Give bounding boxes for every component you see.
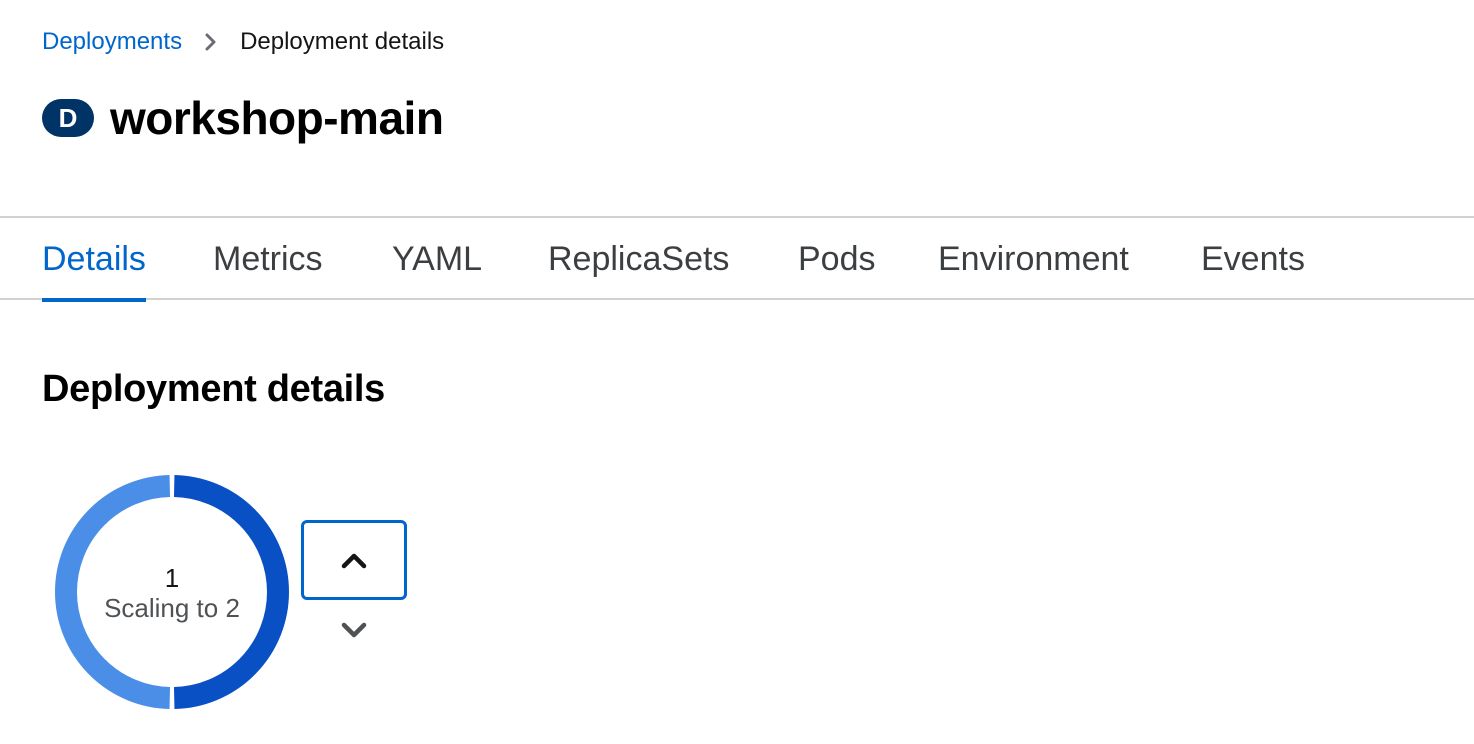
resource-badge: D [42,99,94,137]
page-header: D workshop-main [42,88,444,148]
page-title: workshop-main [110,92,444,144]
pod-scaling-status: Scaling to 2 [104,593,240,623]
chevron-right-icon [204,32,218,52]
decrease-pod-count-button[interactable] [330,612,378,648]
breadcrumb: Deployments Deployment details [42,24,444,60]
pod-count: 1 [164,563,180,593]
tab-pods[interactable]: Pods [798,218,876,300]
tab-environment[interactable]: Environment [938,218,1129,300]
tab-yaml[interactable]: YAML [392,218,482,300]
pod-ring: 1 Scaling to 2 [52,472,292,712]
chevron-up-icon [340,550,368,570]
tab-replicasets[interactable]: ReplicaSets [548,218,729,300]
chevron-down-icon [340,620,368,640]
tab-bar: Details Metrics YAML ReplicaSets Pods En… [0,216,1474,302]
breadcrumb-link-deployments[interactable]: Deployments [42,28,182,56]
breadcrumb-current: Deployment details [240,28,445,55]
section-title: Deployment details [42,368,386,410]
tab-details[interactable]: Details [42,218,146,302]
page: Deployments Deployment details D worksho… [0,0,1474,744]
increase-pod-count-button[interactable] [301,520,407,600]
tab-events[interactable]: Events [1201,218,1305,300]
pod-ring-label: 1 Scaling to 2 [52,472,292,712]
tab-metrics[interactable]: Metrics [213,218,323,300]
